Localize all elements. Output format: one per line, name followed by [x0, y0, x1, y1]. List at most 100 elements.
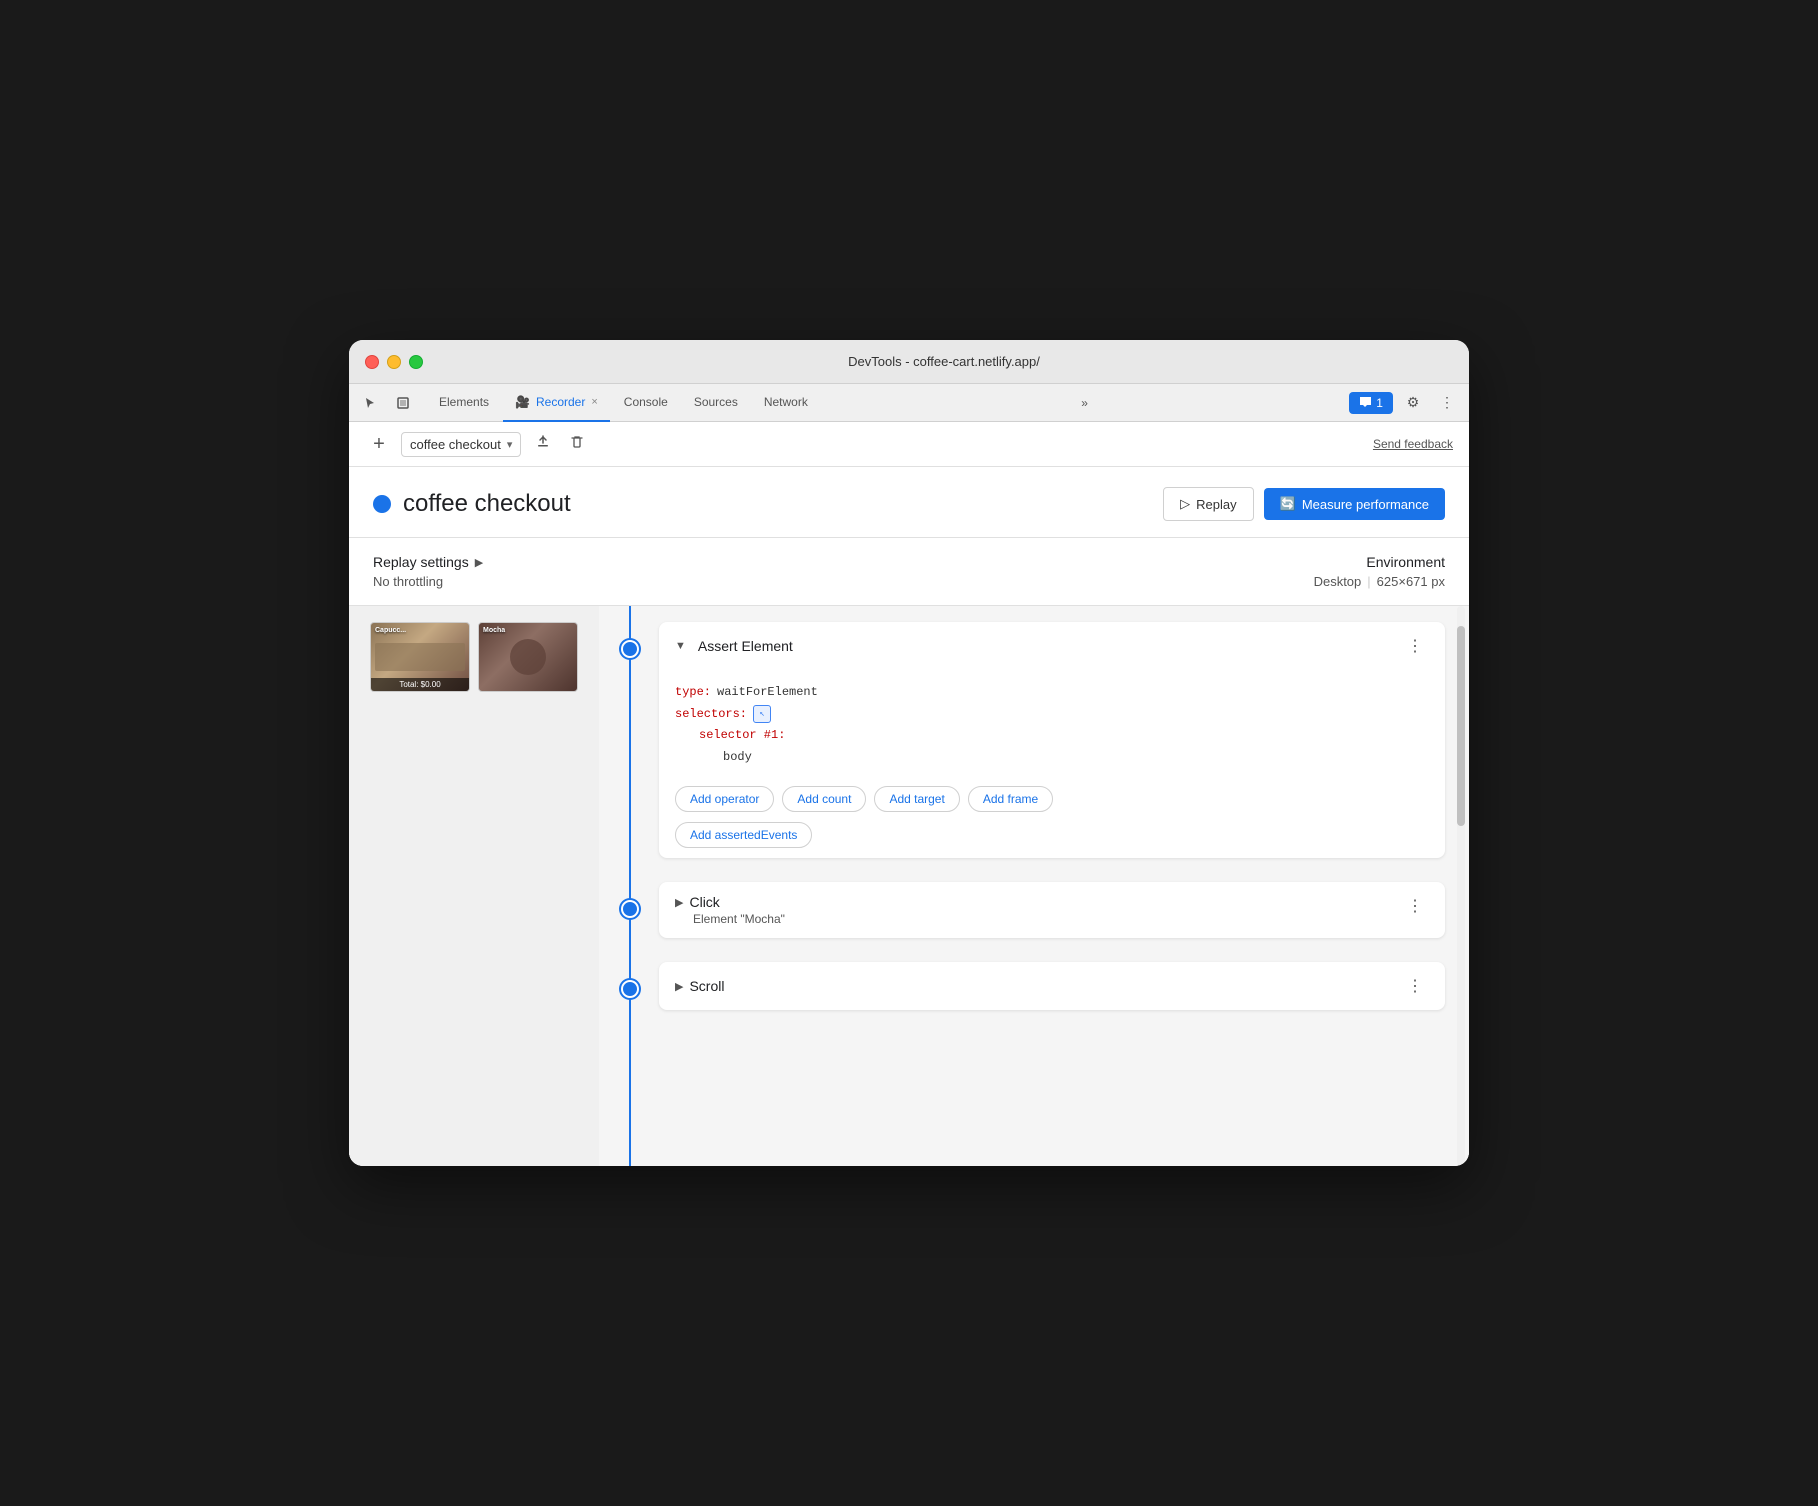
thumb2-cup — [510, 639, 546, 675]
tab-elements[interactable]: Elements — [427, 384, 501, 422]
scroll-step-dot — [621, 980, 639, 998]
desktop-label: Desktop — [1314, 574, 1362, 589]
more-options-icon-btn[interactable]: ⋮ — [1433, 389, 1461, 417]
minimize-button[interactable] — [387, 355, 401, 369]
code-body-line: body — [675, 747, 1429, 769]
close-button[interactable] — [365, 355, 379, 369]
delete-button[interactable] — [563, 430, 591, 458]
assert-element-title: Assert Element — [698, 638, 1393, 654]
recorder-icon: 🎥 — [515, 395, 530, 409]
scroll-step-inner: ▶ Scroll — [675, 978, 1401, 994]
replay-settings-toggle[interactable]: Replay settings ▶ — [373, 554, 483, 570]
tab-console[interactable]: Console — [612, 384, 680, 422]
add-target-button[interactable]: Add target — [874, 786, 959, 812]
delete-icon — [569, 434, 585, 455]
assert-element-content: ▼ Assert Element ⋮ type: waitForElement — [659, 622, 1445, 858]
code-selectors-line: selectors: ↖ — [675, 704, 1429, 726]
click-step-subtitle: Element "Mocha" — [693, 912, 1401, 926]
traffic-lights — [365, 355, 423, 369]
scroll-expand-icon[interactable]: ▶ — [675, 980, 683, 993]
settings-left: Replay settings ▶ No throttling — [373, 554, 483, 589]
tab-bar-right: 1 ⚙ ⋮ — [1349, 389, 1461, 417]
recording-header: coffee checkout ▷ Replay 🔄 Measure perfo… — [349, 467, 1469, 538]
devtools-body: Elements 🎥 Recorder × Console Sources Ne… — [349, 384, 1469, 1166]
chevron-down-icon: ▾ — [507, 438, 513, 451]
export-icon — [535, 434, 551, 455]
replay-settings-label: Replay settings — [373, 554, 469, 570]
recording-selector[interactable]: coffee checkout ▾ — [401, 432, 521, 457]
scroll-step-menu-icon[interactable]: ⋮ — [1401, 974, 1429, 998]
scroll-step-title: Scroll — [689, 978, 724, 994]
selector-icon: ↖ — [753, 705, 771, 723]
code-selector-num-line: selector #1: — [675, 725, 1429, 747]
scrollbar-thumb[interactable] — [1457, 626, 1465, 826]
assert-element-card: ▼ Assert Element ⋮ type: waitForElement — [659, 622, 1445, 858]
add-frame-button[interactable]: Add frame — [968, 786, 1053, 812]
tab-sources-label: Sources — [694, 395, 738, 409]
maximize-button[interactable] — [409, 355, 423, 369]
environment-label: Environment — [1314, 554, 1445, 570]
tab-console-label: Console — [624, 395, 668, 409]
tab-network[interactable]: Network — [752, 384, 820, 422]
thumb1-label: Total: $0.00 — [371, 678, 469, 691]
send-feedback-link[interactable]: Send feedback — [1373, 437, 1453, 451]
more-options-icon: ⋮ — [1440, 394, 1454, 411]
cursor-icon-btn[interactable] — [357, 389, 385, 417]
recorder-toolbar: + coffee checkout ▾ Send feedback — [349, 422, 1469, 467]
assert-expand-icon[interactable]: ▼ — [675, 640, 686, 652]
dimensions-label: 625×671 px — [1377, 574, 1445, 589]
add-asserted-events-button[interactable]: Add assertedEvents — [675, 822, 812, 848]
env-detail: Desktop | 625×671 px — [1314, 574, 1445, 589]
code-selector-num-key: selector #1: — [699, 725, 785, 747]
thumbnail-1[interactable]: Capucc... Total: $0.00 — [370, 622, 470, 692]
scroll-step: ▶ Scroll ⋮ — [599, 962, 1469, 1010]
measure-label: Measure performance — [1302, 497, 1429, 512]
assert-element-step: ▼ Assert Element ⋮ type: waitForElement — [599, 622, 1469, 858]
tab-recorder[interactable]: 🎥 Recorder × — [503, 384, 610, 422]
settings-icon: ⚙ — [1407, 394, 1420, 411]
add-icon: + — [373, 433, 385, 456]
click-step-title-row: ▶ Click — [675, 894, 1401, 910]
thumbnail-2[interactable]: Mocha — [478, 622, 578, 692]
chat-button[interactable]: 1 — [1349, 392, 1393, 414]
scroll-step-title-row: ▶ Scroll — [675, 978, 1401, 994]
more-tabs-icon[interactable]: » — [1075, 392, 1094, 414]
measure-performance-button[interactable]: 🔄 Measure performance — [1264, 488, 1445, 520]
scroll-step-content: ▶ Scroll ⋮ — [659, 962, 1445, 1010]
add-count-button[interactable]: Add count — [782, 786, 866, 812]
assert-element-menu-icon[interactable]: ⋮ — [1401, 634, 1429, 658]
click-step-dot — [621, 900, 639, 918]
code-type-value: waitForElement — [717, 682, 818, 704]
settings-icon-btn[interactable]: ⚙ — [1399, 389, 1427, 417]
replay-button[interactable]: ▷ Replay — [1163, 487, 1253, 521]
tab-recorder-label: Recorder — [536, 395, 585, 409]
thumb1-cup — [375, 643, 465, 671]
code-type-key: type: — [675, 682, 711, 704]
replay-settings-arrow-icon: ▶ — [475, 556, 483, 569]
settings-bar: Replay settings ▶ No throttling Environm… — [349, 538, 1469, 606]
click-step-menu-icon[interactable]: ⋮ — [1401, 894, 1429, 918]
throttling-label: No throttling — [373, 574, 483, 589]
click-step-inner: ▶ Click Element "Mocha" — [675, 894, 1401, 926]
inspect-icon-btn[interactable] — [389, 389, 417, 417]
export-button[interactable] — [529, 430, 557, 458]
tab-recorder-close-icon[interactable]: × — [591, 396, 597, 408]
click-expand-icon[interactable]: ▶ — [675, 896, 683, 909]
add-operator-button[interactable]: Add operator — [675, 786, 774, 812]
thumb1-title: Capucc... — [375, 627, 465, 634]
steps-panel: ▼ Assert Element ⋮ type: waitForElement — [599, 606, 1469, 1166]
tab-elements-label: Elements — [439, 395, 489, 409]
devtools-window: DevTools - coffee-cart.netlify.app/ Elem… — [349, 340, 1469, 1166]
assert-step-dot — [621, 640, 639, 658]
add-recording-button[interactable]: + — [365, 430, 393, 458]
scrollbar[interactable] — [1457, 606, 1465, 1166]
header-actions: ▷ Replay 🔄 Measure performance — [1163, 487, 1445, 521]
click-step: ▶ Click Element "Mocha" ⋮ — [599, 882, 1469, 938]
recording-name: coffee checkout — [410, 437, 501, 452]
recording-indicator-dot — [373, 495, 391, 513]
toolbar-actions — [529, 430, 591, 458]
tab-sources[interactable]: Sources — [682, 384, 750, 422]
code-body-value: body — [723, 747, 752, 769]
recording-title: coffee checkout — [403, 490, 1163, 518]
thumbnail-strip: Capucc... Total: $0.00 Mocha — [370, 622, 578, 692]
